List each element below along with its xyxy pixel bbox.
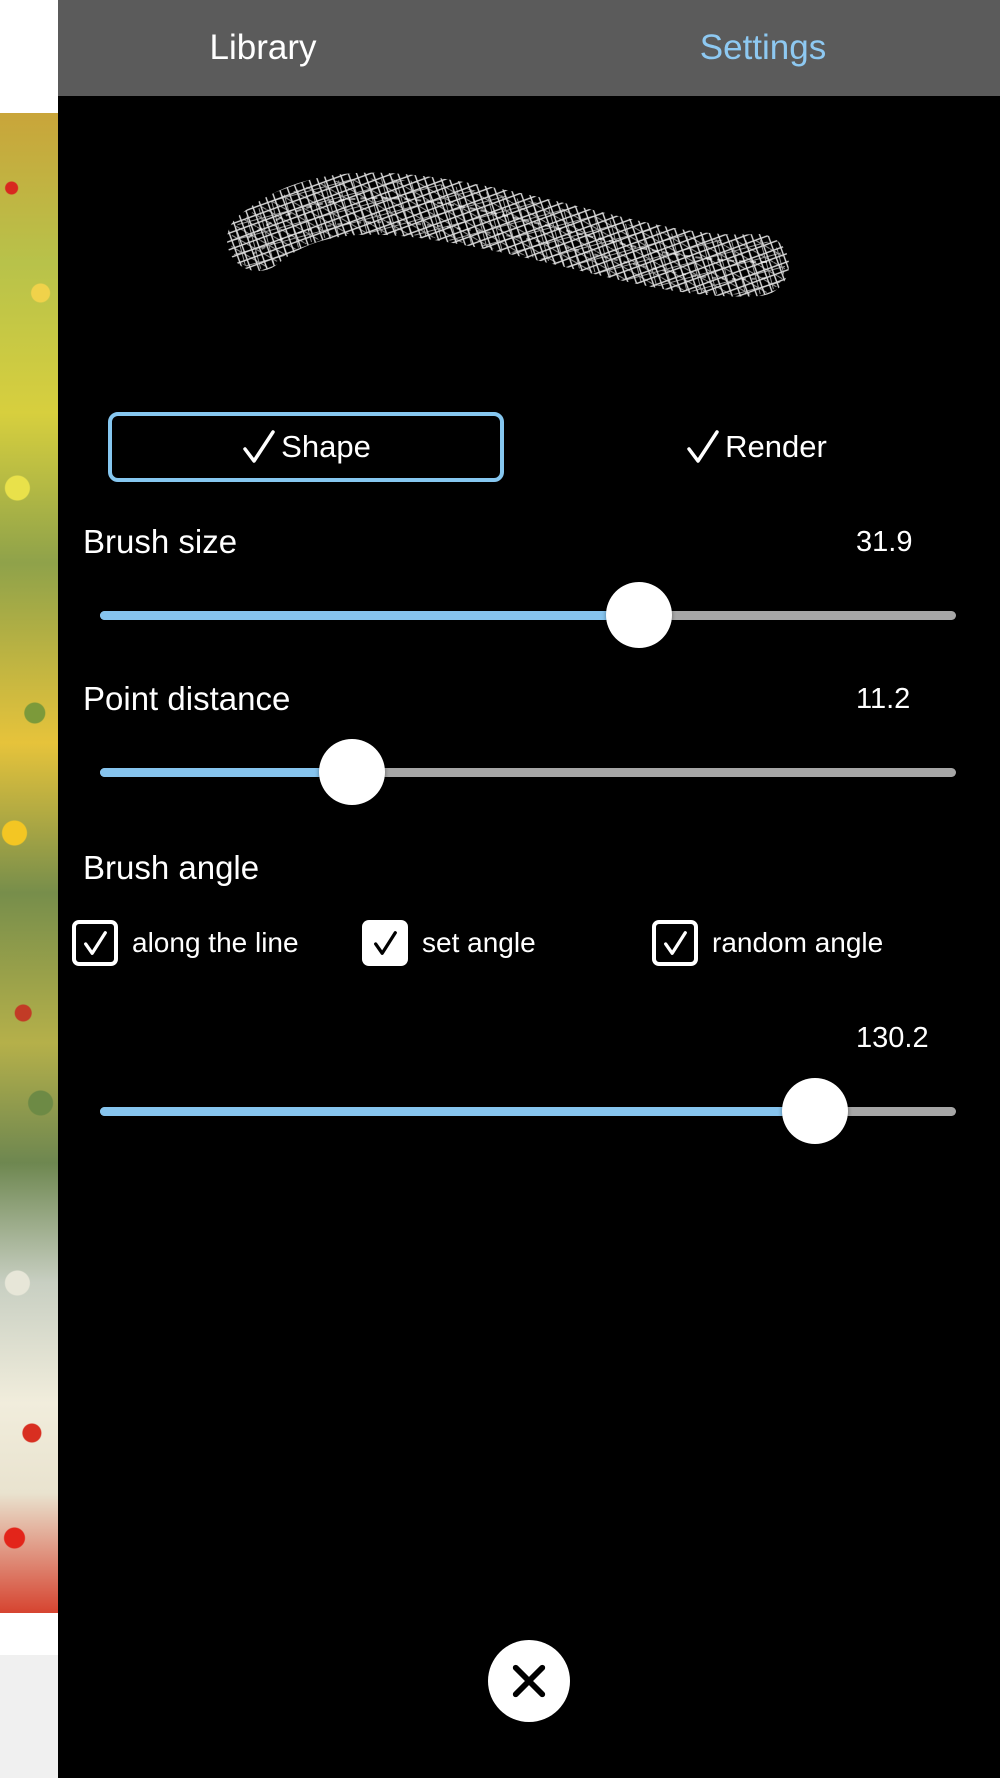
along-the-line-label: along the line xyxy=(132,927,299,958)
brush-angle-label: Brush angle xyxy=(83,849,260,886)
check-icon xyxy=(374,931,397,955)
random-angle-label: random angle xyxy=(712,927,884,958)
checkbox-box xyxy=(72,920,118,966)
checkbox-box xyxy=(652,920,698,966)
random-angle-checkbox[interactable]: random angle xyxy=(652,920,883,966)
set-angle-label: set angle xyxy=(422,927,536,958)
brush-size-value: 31.9 xyxy=(856,526,913,558)
slider-fill xyxy=(100,768,352,777)
close-icon xyxy=(512,1664,546,1698)
check-icon xyxy=(243,430,275,463)
set-angle-checkbox[interactable]: set angle xyxy=(362,920,536,966)
slider-fill xyxy=(100,1107,815,1116)
check-icon xyxy=(664,931,687,955)
slider-fill xyxy=(100,611,640,620)
tab-bar: Library Settings xyxy=(58,0,1000,96)
canvas-bottom-area xyxy=(0,1655,58,1778)
slider-thumb[interactable] xyxy=(606,582,673,648)
close-button[interactable] xyxy=(488,1640,570,1722)
tab-settings[interactable]: Settings xyxy=(618,0,908,96)
point-distance-value: 11.2 xyxy=(856,683,911,715)
brush-settings-panel: Library Settings Shape Render Brush size… xyxy=(58,0,1000,1778)
point-distance-slider[interactable] xyxy=(100,739,956,805)
brush-angle-slider[interactable] xyxy=(100,1078,956,1144)
slider-thumb[interactable] xyxy=(318,739,385,805)
tab-library[interactable]: Library xyxy=(118,0,408,96)
shape-mode-button[interactable]: Shape xyxy=(108,412,504,482)
render-mode-label: Render xyxy=(725,429,827,464)
canvas-painting xyxy=(0,113,58,1613)
along-the-line-checkbox[interactable]: along the line xyxy=(72,920,299,966)
shape-mode-label: Shape xyxy=(281,429,371,464)
check-icon xyxy=(687,430,719,463)
app-root: Library Settings Shape Render Brush size… xyxy=(0,0,1000,1778)
brush-stroke-preview xyxy=(227,172,789,297)
brush-size-label: Brush size xyxy=(83,523,238,560)
brush-size-slider[interactable] xyxy=(100,582,956,648)
point-distance-label: Point distance xyxy=(83,680,291,717)
render-mode-button[interactable]: Render xyxy=(558,412,954,482)
brush-angle-value: 130.2 xyxy=(856,1022,929,1054)
check-icon xyxy=(84,931,107,955)
checkbox-box xyxy=(362,920,408,966)
slider-thumb[interactable] xyxy=(781,1078,848,1144)
